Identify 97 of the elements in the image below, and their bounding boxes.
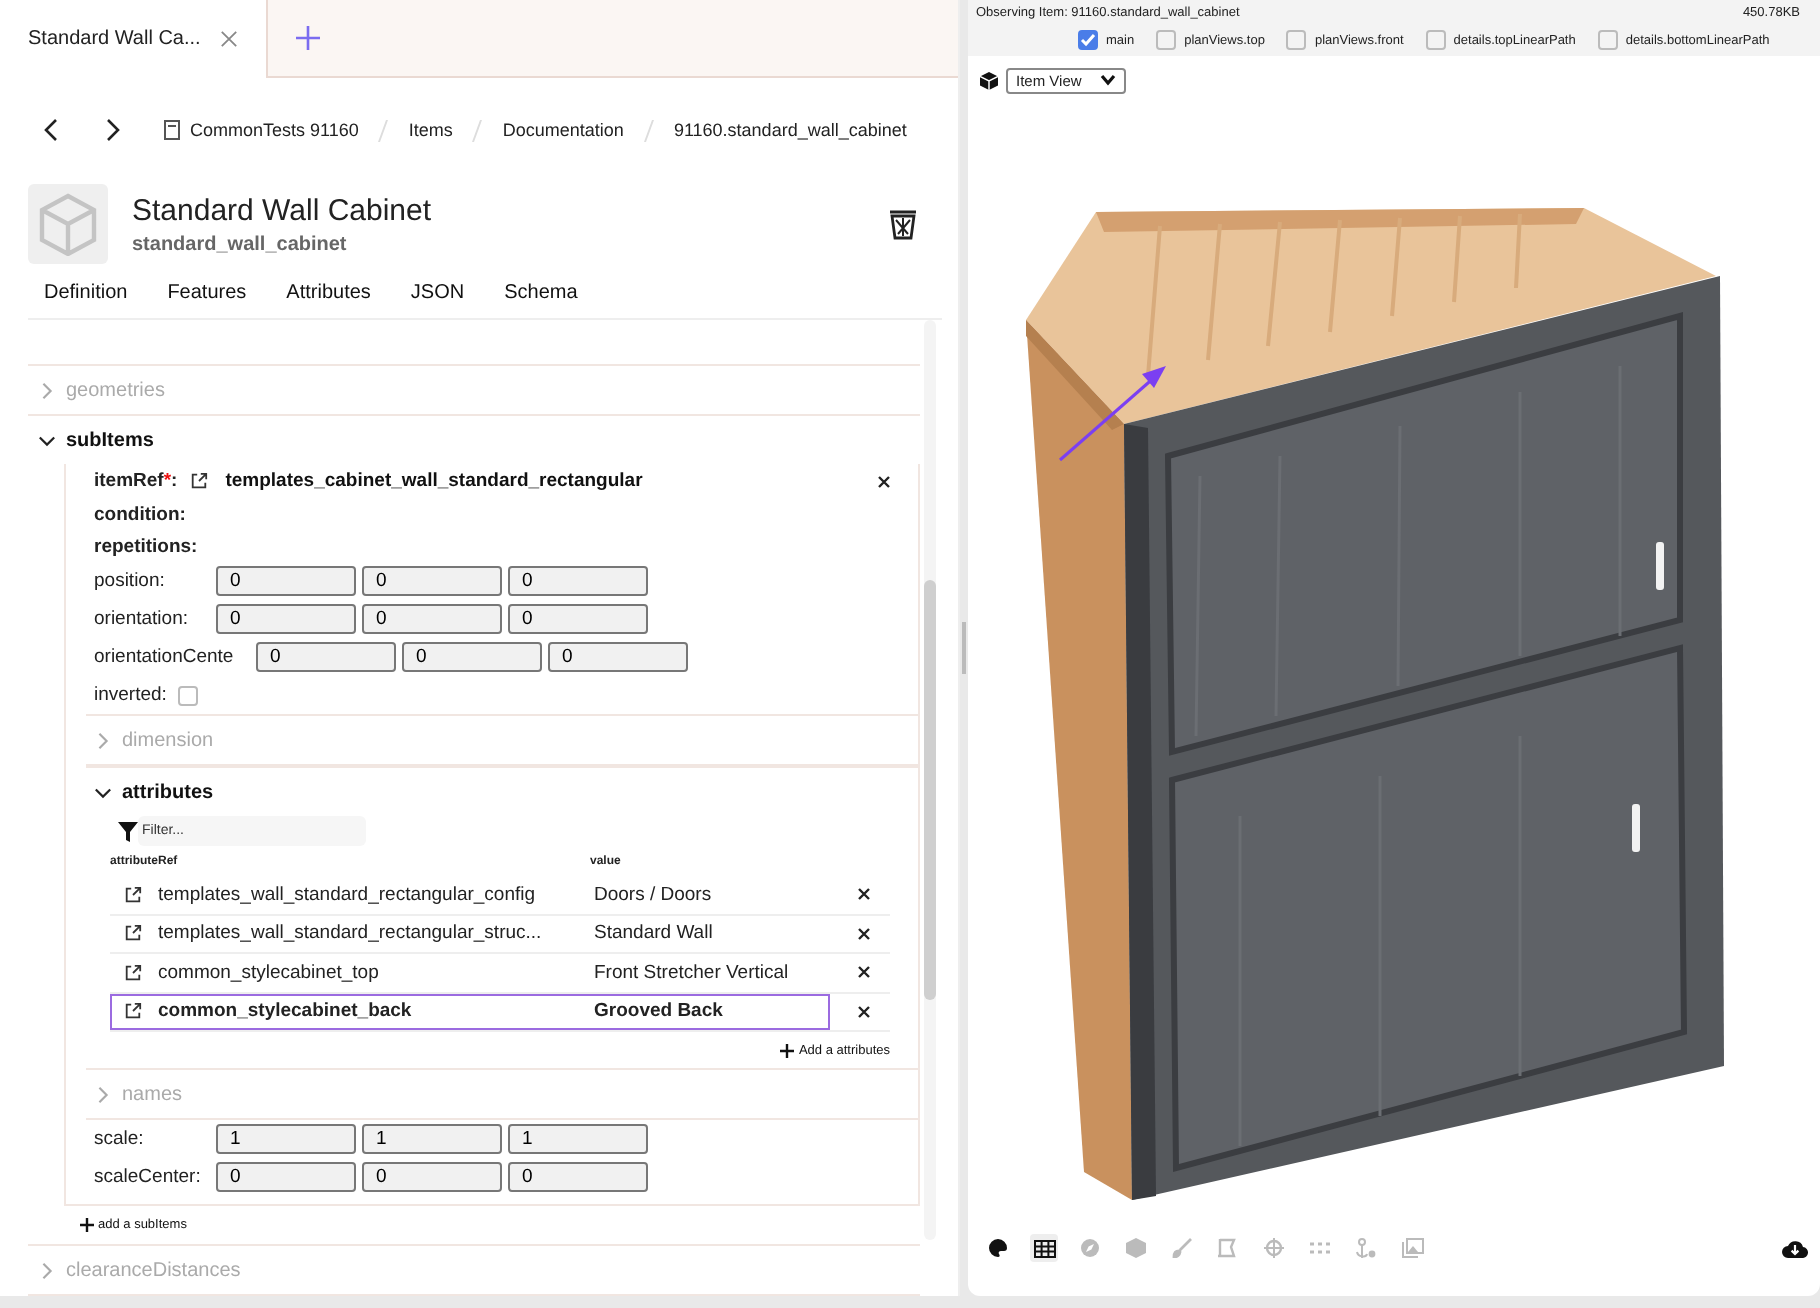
crop-icon	[1218, 1238, 1238, 1258]
trash-icon[interactable]	[888, 208, 919, 240]
section-toggle[interactable]: subItems	[28, 416, 920, 464]
section-tab[interactable]: Features	[167, 281, 247, 303]
checkbox[interactable]	[178, 685, 199, 705]
number-field[interactable]: 0	[216, 1162, 356, 1192]
field-label: position:	[94, 570, 167, 592]
item-id: standard_wall_cabinet	[132, 233, 349, 255]
table-cell: Grooved Back	[594, 1000, 723, 1023]
remove-icon[interactable]	[878, 475, 890, 487]
breadcrumb-link[interactable]: CommonTests 91160	[190, 120, 359, 140]
section-tab[interactable]: Schema	[504, 281, 578, 303]
number-field[interactable]: 0	[362, 566, 502, 596]
checkbox[interactable]	[1156, 30, 1177, 50]
field-label: scaleCenter:	[94, 1166, 203, 1188]
number-field[interactable]: 0	[402, 642, 542, 672]
grid-tool[interactable]	[1030, 1234, 1058, 1262]
checkbox[interactable]	[1597, 30, 1618, 50]
chevron-right-icon	[94, 731, 112, 749]
section-tab[interactable]: Attributes	[286, 281, 371, 303]
checkbox[interactable]	[1286, 30, 1307, 50]
check-icon	[1080, 32, 1096, 48]
attribute-row[interactable]: templates_wall_standard_rectangular_config Doors / Doors	[110, 876, 830, 913]
number-field[interactable]: 1	[362, 1124, 502, 1154]
chevron-down-icon	[94, 783, 112, 801]
breadcrumb-link[interactable]: 91160.standard_wall_cabinet	[673, 120, 907, 140]
breadcrumb-link[interactable]: Documentation	[502, 120, 624, 140]
remove-icon[interactable]	[858, 927, 870, 940]
plus-icon	[80, 1218, 94, 1232]
number-field[interactable]: 1	[216, 1124, 356, 1154]
field-label: orientationCente	[94, 646, 236, 668]
caret-icon	[1100, 74, 1116, 86]
external-link-icon[interactable]	[124, 885, 142, 904]
palette-icon	[988, 1238, 1008, 1258]
field-label: itemRef*:	[94, 470, 178, 492]
number-field[interactable]: 0	[508, 1162, 648, 1192]
table-cell: Doors / Doors	[594, 883, 712, 906]
brush-icon	[1172, 1238, 1192, 1258]
crosshair-icon	[1264, 1238, 1284, 1258]
section-tab[interactable]: JSON	[410, 281, 465, 303]
number-field[interactable]: 0	[216, 566, 356, 596]
number-field[interactable]: 0	[508, 604, 648, 634]
chevron-right-icon	[38, 381, 56, 399]
field-label: inverted:	[94, 684, 167, 706]
cloud-download-icon[interactable]	[1782, 1238, 1808, 1258]
field-label: repetitions:	[94, 533, 200, 561]
external-link-icon[interactable]	[124, 963, 142, 982]
field-label: condition:	[94, 501, 188, 529]
document-tab[interactable]: Standard Wall Ca...	[0, 0, 269, 78]
external-link-icon[interactable]	[189, 472, 208, 490]
number-field[interactable]: 0	[256, 642, 396, 672]
section-tab[interactable]: Definition	[44, 281, 128, 303]
number-field[interactable]: 0	[548, 642, 688, 672]
external-link-icon[interactable]	[124, 1002, 142, 1021]
compass-icon	[1080, 1238, 1100, 1258]
chevron-right-icon	[38, 1261, 56, 1279]
number-field[interactable]: 0	[216, 604, 356, 634]
attribute-row[interactable]: common_stylecabinet_top Front Stretcher Vertical	[110, 954, 830, 991]
table-cell-text: common_stylecabinet_back	[158, 1000, 414, 1023]
dots-icon	[1310, 1242, 1330, 1254]
table-cell-text: templates_wall_standard_rectangular_config	[158, 883, 538, 906]
forward-icon[interactable]	[104, 118, 120, 142]
item-title: Standard Wall Cabinet	[132, 193, 434, 227]
chevron-right-icon	[94, 1085, 112, 1103]
anchor-icon	[1356, 1237, 1376, 1259]
field-label: orientation:	[94, 608, 191, 630]
close-icon[interactable]	[220, 30, 239, 48]
table-cell: Standard Wall	[594, 922, 713, 945]
attribute-row[interactable]: templates_wall_standard_rectangular_struc... Standard Wall	[110, 915, 830, 952]
attribute-row[interactable]: common_stylecabinet_back Grooved Back	[110, 993, 830, 1030]
direction-arrow	[1059, 366, 1166, 462]
number-field[interactable]: 1	[508, 1124, 648, 1154]
scrollbar[interactable]	[924, 320, 936, 1240]
table-cell: Front Stretcher Vertical	[594, 961, 789, 984]
remove-icon[interactable]	[858, 888, 870, 901]
chevron-down-icon	[38, 431, 56, 449]
filter-icon	[118, 821, 138, 841]
back-icon[interactable]	[44, 118, 60, 142]
external-link-icon[interactable]	[124, 924, 142, 943]
remove-icon[interactable]	[858, 1005, 870, 1018]
checkbox[interactable]	[1425, 30, 1446, 50]
breadcrumb-link[interactable]: Items	[408, 120, 453, 140]
remove-icon[interactable]	[858, 966, 870, 979]
item-ref-link[interactable]: templates_cabinet_wall_standard_rectangular	[225, 470, 866, 492]
add-tab-icon[interactable]	[296, 26, 321, 50]
number-field[interactable]: 0	[362, 604, 502, 634]
field-label: scale:	[94, 1128, 146, 1150]
plus-icon	[780, 1043, 795, 1057]
images-icon	[1401, 1238, 1423, 1258]
book-icon	[164, 120, 180, 140]
number-field[interactable]: 0	[362, 1162, 502, 1192]
table-cell-text: common_stylecabinet_top	[158, 961, 381, 984]
checkbox[interactable]	[1078, 30, 1098, 50]
palette-tool[interactable]	[984, 1234, 1012, 1262]
grid-icon	[1033, 1239, 1055, 1257]
number-field[interactable]: 0	[508, 566, 648, 596]
table-cell-text: templates_wall_standard_rectangular_struc...	[158, 922, 544, 945]
